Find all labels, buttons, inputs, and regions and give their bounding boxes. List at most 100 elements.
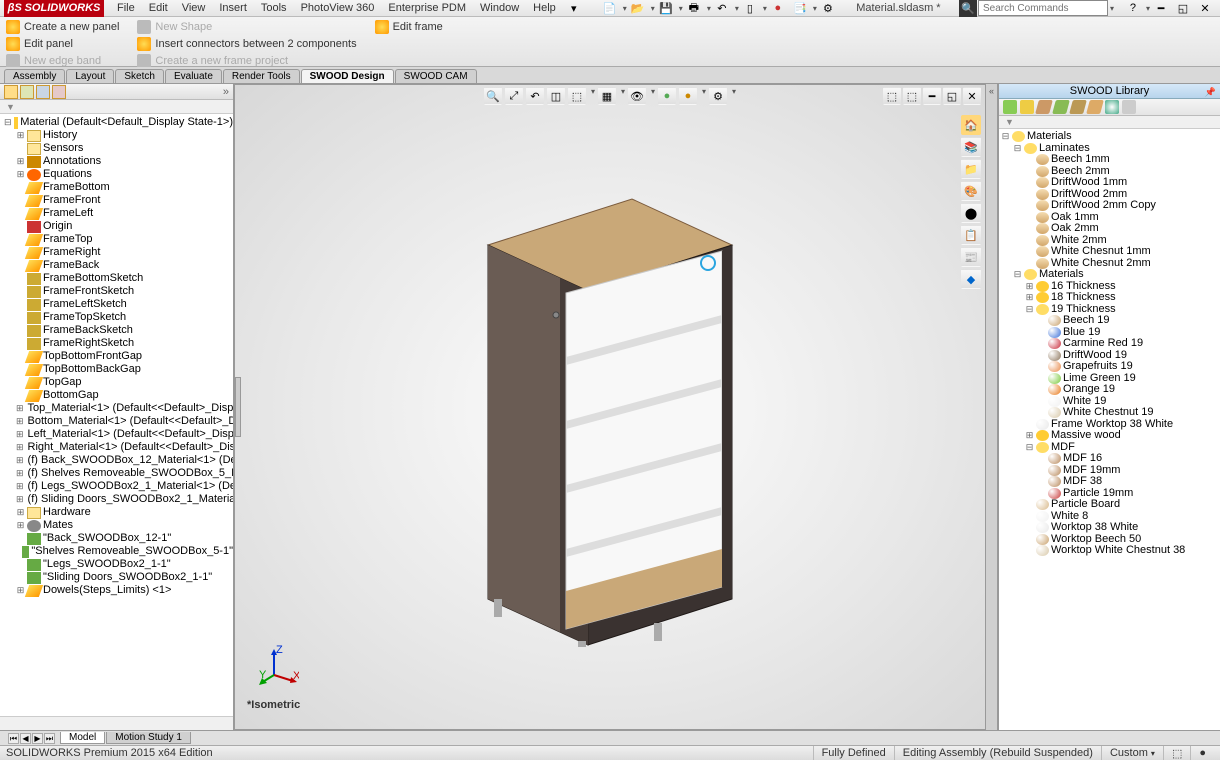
- feature-node[interactable]: FrameTopSketch: [0, 311, 233, 324]
- feature-node[interactable]: ⊟Material (Default<Default_Display State…: [0, 116, 233, 129]
- library-node[interactable]: Beech 19: [999, 315, 1220, 327]
- feature-node[interactable]: FrameBack: [0, 259, 233, 272]
- feature-node[interactable]: ⊞Hardware: [0, 506, 233, 519]
- feature-filter-bar[interactable]: ▼: [0, 100, 233, 114]
- new-file-icon[interactable]: 📄: [600, 0, 620, 17]
- lib-filter-6-icon[interactable]: [1086, 100, 1104, 114]
- feature-node[interactable]: "Sliding Doors_SWOODBox2_1-1": [0, 571, 233, 584]
- library-node[interactable]: Grapefruits 19: [999, 361, 1220, 373]
- graphics-viewport[interactable]: 🔍 ⤢ ↶ ◫ ⬚ ▾ ▦ ▾ 👁 ▾ ● ● ▾ ⚙ ▾ ⬚ ⬚ ━ ◱ ✕ …: [234, 84, 986, 730]
- edit-appearance-icon[interactable]: ●: [658, 87, 676, 105]
- feature-node[interactable]: FrameFront: [0, 194, 233, 207]
- feature-node[interactable]: "Legs_SWOODBox2_1-1": [0, 558, 233, 571]
- feature-node[interactable]: ⊞Top_Material<1> (Default<<Default>_Disp…: [0, 402, 233, 415]
- cmd-tab-swood-design[interactable]: SWOOD Design: [301, 69, 394, 83]
- status-icon-2[interactable]: ●: [1190, 746, 1214, 760]
- cmd-tab-sketch[interactable]: Sketch: [115, 69, 164, 83]
- orientation-triad[interactable]: Z X Y: [259, 645, 299, 685]
- vp-minimize-icon[interactable]: ━: [923, 87, 941, 105]
- cmd-tab-render-tools[interactable]: Render Tools: [223, 69, 300, 83]
- library-collapse-handle[interactable]: «: [986, 84, 998, 730]
- lib-filter-5-icon[interactable]: [1069, 100, 1087, 114]
- view-settings-icon[interactable]: ⚙: [709, 87, 727, 105]
- open-file-icon[interactable]: 📂: [628, 0, 648, 17]
- panel-expand-icon[interactable]: »: [223, 86, 229, 98]
- library-node[interactable]: ⊟Materials: [999, 269, 1220, 281]
- lib-filter-8-icon[interactable]: [1122, 100, 1136, 114]
- feature-node[interactable]: ⊞Bottom_Material<1> (Default<<Default>_D…: [0, 415, 233, 428]
- menu-photoview-360[interactable]: PhotoView 360: [294, 2, 382, 14]
- lib-filter-4-icon[interactable]: [1052, 100, 1070, 114]
- undo-icon[interactable]: ↶: [712, 0, 732, 17]
- feature-node[interactable]: ⊞(f) Shelves Removeable_SWOODBox_5_Mater…: [0, 467, 233, 480]
- search-dropdown-icon[interactable]: ▾: [1110, 4, 1114, 13]
- feature-node[interactable]: ⊞History: [0, 129, 233, 142]
- feature-node[interactable]: FrameTop: [0, 233, 233, 246]
- library-node[interactable]: White Chesnut 2mm: [999, 258, 1220, 270]
- feature-node[interactable]: FrameBackSketch: [0, 324, 233, 337]
- edit-frame-button[interactable]: Edit frame: [375, 19, 443, 35]
- feature-node[interactable]: ⊞Left_Material<1> (Default<<Default>_Dis…: [0, 428, 233, 441]
- menu-view[interactable]: View: [175, 2, 213, 14]
- vp-close-icon[interactable]: ✕: [963, 87, 981, 105]
- property-tab-icon[interactable]: [20, 85, 34, 99]
- status-icon-1[interactable]: ⬚: [1163, 746, 1190, 760]
- cmd-tab-assembly[interactable]: Assembly: [4, 69, 65, 83]
- taskpane-view-palette-icon[interactable]: 🎨: [961, 181, 981, 201]
- feature-node[interactable]: FrameLeft: [0, 207, 233, 220]
- settings-icon[interactable]: ⚙: [818, 0, 838, 17]
- options-icon[interactable]: 📑: [790, 0, 810, 17]
- library-node[interactable]: Oak 2mm: [999, 223, 1220, 235]
- feature-node[interactable]: Sensors: [0, 142, 233, 155]
- restore-icon[interactable]: ◱: [1173, 0, 1193, 17]
- hide-show-icon[interactable]: 👁: [628, 87, 646, 105]
- library-filter-bar[interactable]: ▼: [999, 116, 1220, 129]
- tab-navigation[interactable]: ⏮◀▶⏭: [8, 733, 55, 744]
- taskpane-home-icon[interactable]: 🏠: [961, 115, 981, 135]
- menu-help[interactable]: Help: [526, 2, 563, 14]
- display-style-icon[interactable]: ▦: [598, 87, 616, 105]
- zoom-fit-icon[interactable]: 🔍: [484, 87, 502, 105]
- taskpane-forum-icon[interactable]: 📰: [961, 247, 981, 267]
- library-node[interactable]: DriftWood 1mm: [999, 177, 1220, 189]
- cmd-tab-swood-cam[interactable]: SWOOD CAM: [395, 69, 477, 83]
- feature-node[interactable]: ⊞(f) Sliding Doors_SWOODBox2_1_Material<…: [0, 493, 233, 506]
- library-node[interactable]: White Chestnut 19: [999, 407, 1220, 419]
- library-node[interactable]: MDF 16: [999, 453, 1220, 465]
- library-node[interactable]: ⊟19 Thickness: [999, 304, 1220, 316]
- zoom-area-icon[interactable]: ⤢: [505, 87, 523, 105]
- lib-filter-7-icon[interactable]: [1105, 100, 1119, 114]
- library-node[interactable]: Particle Board: [999, 499, 1220, 511]
- cmd-tab-evaluate[interactable]: Evaluate: [165, 69, 222, 83]
- library-node[interactable]: ⊟MDF: [999, 442, 1220, 454]
- feature-node[interactable]: TopBottomBackGap: [0, 363, 233, 376]
- taskpane-design-library-icon[interactable]: 📚: [961, 137, 981, 157]
- menu-enterprise-pdm[interactable]: Enterprise PDM: [381, 2, 473, 14]
- feature-tab-icon[interactable]: [4, 85, 18, 99]
- menu-edit[interactable]: Edit: [142, 2, 175, 14]
- section-view-icon[interactable]: ◫: [547, 87, 565, 105]
- library-node[interactable]: MDF 19mm: [999, 465, 1220, 477]
- feature-node[interactable]: FrameRightSketch: [0, 337, 233, 350]
- insert-connectors-button[interactable]: Insert connectors between 2 components: [137, 36, 356, 52]
- vp-maximize-icon[interactable]: ◱: [943, 87, 961, 105]
- feature-node[interactable]: FrameBottomSketch: [0, 272, 233, 285]
- apply-scene-icon[interactable]: ●: [679, 87, 697, 105]
- feature-node[interactable]: "Shelves Removeable_SWOODBox_5-1": [0, 545, 233, 558]
- feature-node[interactable]: ⊞Annotations: [0, 155, 233, 168]
- feature-tree[interactable]: ⊟Material (Default<Default_Display State…: [0, 114, 233, 716]
- feature-node[interactable]: Origin: [0, 220, 233, 233]
- select-icon[interactable]: ▯: [740, 0, 760, 17]
- bottom-tab-model[interactable]: Model: [60, 732, 105, 744]
- menu-insert[interactable]: Insert: [212, 2, 254, 14]
- taskpane-custom-props-icon[interactable]: 📋: [961, 225, 981, 245]
- status-custom[interactable]: Custom ▾: [1101, 746, 1163, 760]
- library-node[interactable]: Worktop White Chestnut 38: [999, 545, 1220, 557]
- taskpane-file-explorer-icon[interactable]: 📁: [961, 159, 981, 179]
- menu-tools[interactable]: Tools: [254, 2, 294, 14]
- library-node[interactable]: ⊞18 Thickness: [999, 292, 1220, 304]
- splitter-handle[interactable]: [235, 377, 241, 437]
- minimize-icon[interactable]: ━: [1151, 0, 1171, 17]
- view-orientation-icon[interactable]: ⬚: [568, 87, 586, 105]
- feature-node[interactable]: FrameFrontSketch: [0, 285, 233, 298]
